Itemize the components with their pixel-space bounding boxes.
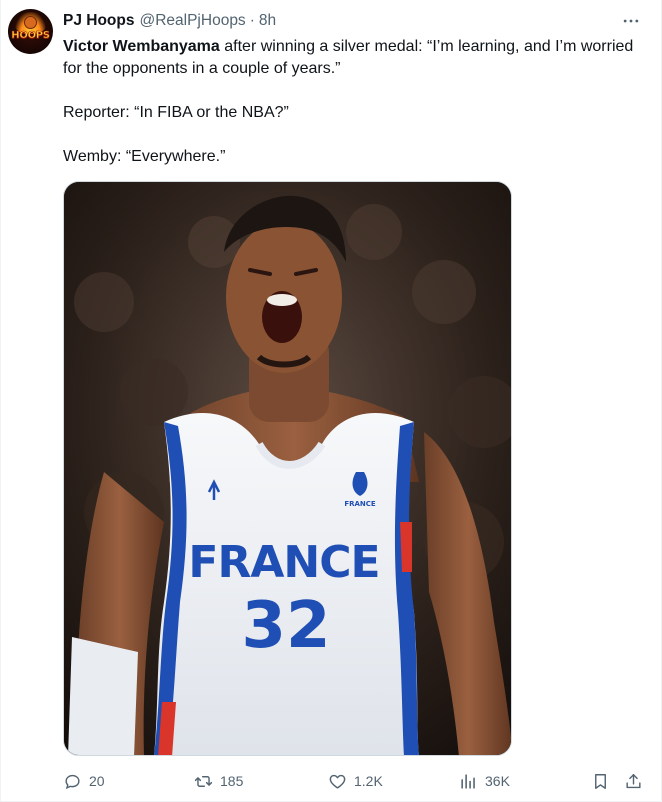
reply-button[interactable]: 20 bbox=[63, 770, 105, 792]
jersey-team-text: FRANCE bbox=[188, 537, 379, 588]
like-button[interactable]: 1.2K bbox=[328, 770, 383, 792]
avatar-logo-text: HOOPS bbox=[11, 30, 50, 42]
tweet-paragraph-2: Reporter: “In FIBA or the NBA?” bbox=[63, 104, 289, 121]
tweet-actions: 20 185 1.2K 36K bbox=[63, 770, 648, 792]
timestamp[interactable]: 8h bbox=[259, 11, 276, 31]
tweet[interactable]: HOOPS PJ Hoops @RealPjHoops · 8h Victor … bbox=[0, 0, 662, 802]
tweet-header: PJ Hoops @RealPjHoops · 8h bbox=[63, 11, 276, 31]
separator-dot: · bbox=[249, 12, 255, 29]
share-icon bbox=[626, 773, 641, 788]
display-name[interactable]: PJ Hoops bbox=[63, 11, 134, 31]
photo-illustration: FRANCE FRANCE 32 bbox=[64, 182, 511, 755]
heart-icon bbox=[329, 774, 346, 789]
bookmark-button[interactable] bbox=[591, 770, 610, 792]
reply-icon bbox=[65, 774, 80, 789]
avatar-ball bbox=[24, 16, 37, 29]
more-options-button[interactable] bbox=[619, 9, 643, 33]
reply-count: 20 bbox=[89, 773, 105, 789]
tweet-paragraph-3: Wemby: “Everywhere.” bbox=[63, 148, 226, 165]
more-horizontal-icon bbox=[623, 19, 639, 23]
tweet-paragraph-1: Victor Wembanyama after winning a silver… bbox=[63, 36, 643, 80]
share-button[interactable] bbox=[624, 770, 643, 792]
views-button[interactable]: 36K bbox=[459, 770, 510, 792]
retweet-count: 185 bbox=[220, 773, 244, 789]
views-bar-chart-icon bbox=[461, 773, 475, 789]
like-count: 1.2K bbox=[354, 773, 383, 789]
tweet-text: Victor Wembanyama after winning a silver… bbox=[63, 36, 643, 168]
jersey-number: 32 bbox=[241, 589, 330, 663]
tweet-bold-name: Victor Wembanyama bbox=[63, 38, 220, 55]
tweet-photo[interactable]: FRANCE FRANCE 32 bbox=[63, 181, 512, 756]
retweet-button[interactable]: 185 bbox=[194, 770, 243, 792]
views-count: 36K bbox=[485, 773, 510, 789]
retweet-icon bbox=[194, 775, 213, 787]
user-handle[interactable]: @RealPjHoops bbox=[139, 11, 245, 31]
avatar[interactable]: HOOPS bbox=[8, 9, 53, 54]
bookmark-icon bbox=[595, 773, 606, 789]
jersey-badge-text: FRANCE bbox=[344, 500, 376, 508]
